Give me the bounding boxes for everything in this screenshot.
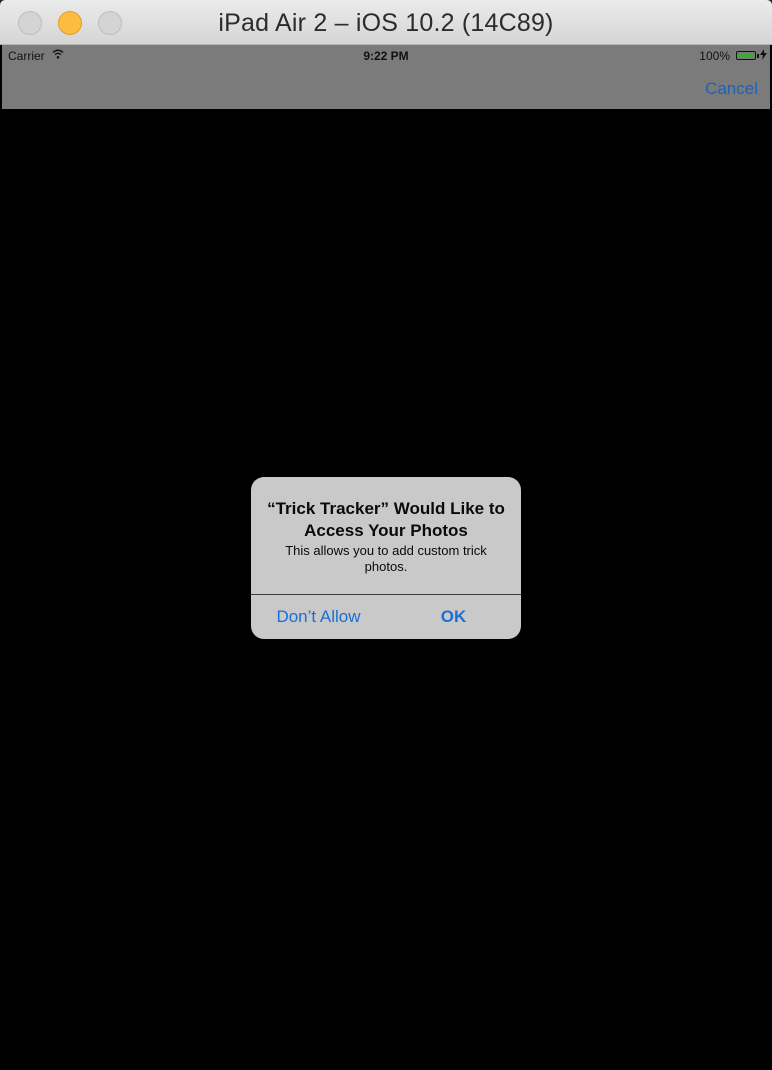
- charging-bolt-icon: [760, 49, 767, 60]
- navigation-bar: Cancel: [2, 65, 770, 109]
- ok-button[interactable]: OK: [386, 595, 521, 639]
- window-title: iPad Air 2 – iOS 10.2 (14C89): [218, 9, 554, 37]
- battery-fill: [738, 53, 754, 58]
- cancel-button[interactable]: Cancel: [705, 79, 758, 99]
- battery-nub: [757, 54, 759, 58]
- alert-message: This allows you to add custom trick phot…: [285, 543, 487, 574]
- window-titlebar[interactable]: iPad Air 2 – iOS 10.2 (14C89): [0, 0, 772, 45]
- simulator-window: iPad Air 2 – iOS 10.2 (14C89) Carrier 9:…: [0, 0, 772, 1070]
- dont-allow-button[interactable]: Don’t Allow: [251, 595, 386, 639]
- battery-percent: 100%: [699, 49, 730, 63]
- device-screen: Carrier 9:22 PM 100% Cancel “Trick Track…: [2, 45, 770, 1070]
- status-bar: Carrier 9:22 PM 100%: [2, 45, 770, 65]
- battery-icon: [736, 51, 756, 60]
- alert-title: “Trick Tracker” Would Like to Access You…: [267, 499, 505, 540]
- photos-permission-alert: “Trick Tracker” Would Like to Access You…: [251, 477, 521, 639]
- status-time: 9:22 PM: [363, 49, 409, 63]
